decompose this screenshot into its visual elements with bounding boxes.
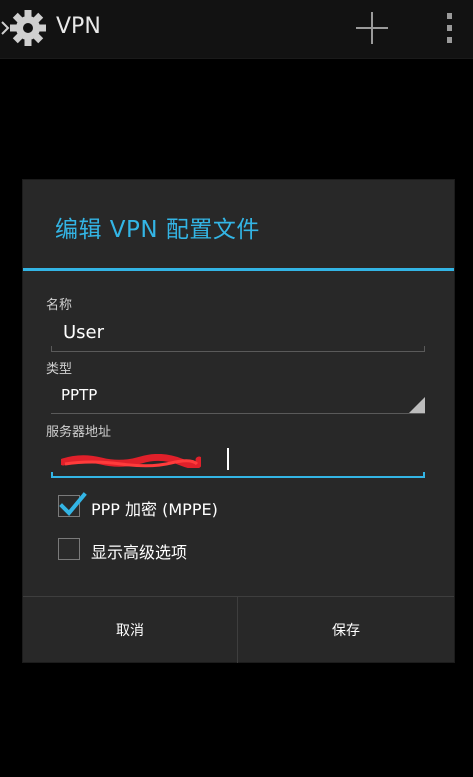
gear-icon[interactable] [0, 8, 56, 48]
show-advanced-checkbox[interactable]: 显示高级选项 [58, 534, 408, 564]
name-label: 名称 [46, 298, 73, 313]
dialog-title: 编辑 VPN 配置文件 [55, 217, 260, 243]
app-title: VPN [56, 14, 101, 39]
type-label: 类型 [46, 362, 73, 377]
name-value: User [63, 322, 105, 343]
text-cursor [227, 448, 229, 470]
checkbox-box [58, 538, 80, 560]
ppp-encryption-checkbox[interactable]: PPP 加密 (MPPE) [58, 491, 408, 521]
name-field[interactable]: User [51, 316, 425, 352]
checkmark-icon [59, 492, 87, 516]
title-divider [23, 268, 454, 271]
edit-vpn-dialog: 编辑 VPN 配置文件 名称 User 类型 PPTP 服务器地址 PPP 加密… [23, 180, 454, 663]
type-spinner[interactable]: PPTP [51, 378, 425, 414]
server-address-field[interactable] [51, 444, 425, 478]
type-value: PPTP [61, 386, 98, 404]
ppp-encryption-label: PPP 加密 (MPPE) [91, 500, 218, 519]
dropdown-triangle-icon [409, 397, 425, 413]
save-button[interactable]: 保存 [238, 597, 454, 663]
plus-icon[interactable] [352, 8, 392, 48]
show-advanced-label: 显示高级选项 [91, 543, 188, 562]
action-bar: VPN [0, 0, 473, 59]
checkbox-box [58, 492, 87, 517]
cancel-button[interactable]: 取消 [23, 597, 237, 663]
dialog-button-bar: 取消 保存 [23, 596, 454, 663]
overflow-menu-icon[interactable] [438, 10, 462, 46]
redacted-server-value [61, 454, 201, 468]
server-label: 服务器地址 [46, 425, 112, 440]
